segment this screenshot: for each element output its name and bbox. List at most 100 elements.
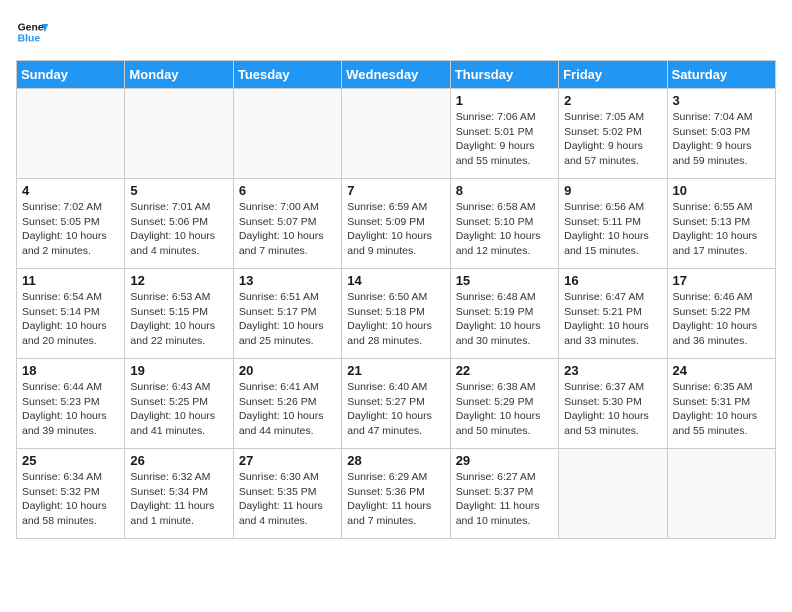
header-cell-friday: Friday xyxy=(559,61,667,89)
calendar-cell: 13 Sunrise: 6:51 AM Sunset: 5:17 PM Dayli… xyxy=(233,269,341,359)
calendar-cell: 28 Sunrise: 6:29 AM Sunset: 5:36 PM Dayli… xyxy=(342,449,450,539)
calendar-cell: 15 Sunrise: 6:48 AM Sunset: 5:19 PM Dayli… xyxy=(450,269,558,359)
day-number: 4 xyxy=(22,183,119,198)
calendar-cell: 25 Sunrise: 6:34 AM Sunset: 5:32 PM Dayli… xyxy=(17,449,125,539)
day-info: Sunrise: 6:27 AM Sunset: 5:37 PM Dayligh… xyxy=(456,470,553,529)
day-info: Sunrise: 7:06 AM Sunset: 5:01 PM Dayligh… xyxy=(456,110,553,169)
calendar-cell: 19 Sunrise: 6:43 AM Sunset: 5:25 PM Dayli… xyxy=(125,359,233,449)
day-info: Sunrise: 6:38 AM Sunset: 5:29 PM Dayligh… xyxy=(456,380,553,439)
day-info: Sunrise: 6:46 AM Sunset: 5:22 PM Dayligh… xyxy=(673,290,770,349)
calendar-cell: 6 Sunrise: 7:00 AM Sunset: 5:07 PM Daylig… xyxy=(233,179,341,269)
week-row-2: 11 Sunrise: 6:54 AM Sunset: 5:14 PM Dayli… xyxy=(17,269,776,359)
calendar-body: 1Sunrise: 7:06 AM Sunset: 5:01 PM Daylig… xyxy=(17,89,776,539)
calendar-cell: 12 Sunrise: 6:53 AM Sunset: 5:15 PM Dayli… xyxy=(125,269,233,359)
calendar-cell xyxy=(233,89,341,179)
day-info: Sunrise: 6:43 AM Sunset: 5:25 PM Dayligh… xyxy=(130,380,227,439)
day-number: 6 xyxy=(239,183,336,198)
calendar-cell: 20Sunrise: 6:41 AM Sunset: 5:26 PM Dayli… xyxy=(233,359,341,449)
logo-icon: General Blue xyxy=(16,16,48,48)
calendar-cell: 16Sunrise: 6:47 AM Sunset: 5:21 PM Dayli… xyxy=(559,269,667,359)
logo: General Blue xyxy=(16,16,48,48)
calendar-header: SundayMondayTuesdayWednesdayThursdayFrid… xyxy=(17,61,776,89)
day-number: 15 xyxy=(456,273,553,288)
day-info: Sunrise: 6:34 AM Sunset: 5:32 PM Dayligh… xyxy=(22,470,119,529)
day-info: Sunrise: 6:47 AM Sunset: 5:21 PM Dayligh… xyxy=(564,290,661,349)
calendar-cell xyxy=(125,89,233,179)
day-number: 21 xyxy=(347,363,444,378)
day-info: Sunrise: 7:02 AM Sunset: 5:05 PM Dayligh… xyxy=(22,200,119,259)
week-row-1: 4 Sunrise: 7:02 AM Sunset: 5:05 PM Daylig… xyxy=(17,179,776,269)
calendar-cell: 10Sunrise: 6:55 AM Sunset: 5:13 PM Dayli… xyxy=(667,179,775,269)
calendar-cell: 2 Sunrise: 7:05 AM Sunset: 5:02 PM Daylig… xyxy=(559,89,667,179)
day-number: 12 xyxy=(130,273,227,288)
calendar-cell: 23 Sunrise: 6:37 AM Sunset: 5:30 PM Dayli… xyxy=(559,359,667,449)
day-info: Sunrise: 6:30 AM Sunset: 5:35 PM Dayligh… xyxy=(239,470,336,529)
calendar-cell: 5Sunrise: 7:01 AM Sunset: 5:06 PM Daylig… xyxy=(125,179,233,269)
calendar-cell: 9 Sunrise: 6:56 AM Sunset: 5:11 PM Daylig… xyxy=(559,179,667,269)
week-row-3: 18 Sunrise: 6:44 AM Sunset: 5:23 PM Dayli… xyxy=(17,359,776,449)
day-info: Sunrise: 7:05 AM Sunset: 5:02 PM Dayligh… xyxy=(564,110,661,169)
day-info: Sunrise: 6:56 AM Sunset: 5:11 PM Dayligh… xyxy=(564,200,661,259)
day-info: Sunrise: 6:48 AM Sunset: 5:19 PM Dayligh… xyxy=(456,290,553,349)
calendar-cell: 3Sunrise: 7:04 AM Sunset: 5:03 PM Daylig… xyxy=(667,89,775,179)
day-number: 18 xyxy=(22,363,119,378)
day-info: Sunrise: 6:53 AM Sunset: 5:15 PM Dayligh… xyxy=(130,290,227,349)
calendar-cell: 7Sunrise: 6:59 AM Sunset: 5:09 PM Daylig… xyxy=(342,179,450,269)
day-number: 29 xyxy=(456,453,553,468)
day-number: 11 xyxy=(22,273,119,288)
calendar-cell: 14Sunrise: 6:50 AM Sunset: 5:18 PM Dayli… xyxy=(342,269,450,359)
calendar-cell xyxy=(342,89,450,179)
day-info: Sunrise: 6:59 AM Sunset: 5:09 PM Dayligh… xyxy=(347,200,444,259)
day-info: Sunrise: 6:32 AM Sunset: 5:34 PM Dayligh… xyxy=(130,470,227,529)
day-info: Sunrise: 6:44 AM Sunset: 5:23 PM Dayligh… xyxy=(22,380,119,439)
calendar-cell: 8 Sunrise: 6:58 AM Sunset: 5:10 PM Daylig… xyxy=(450,179,558,269)
calendar-cell xyxy=(559,449,667,539)
day-info: Sunrise: 6:54 AM Sunset: 5:14 PM Dayligh… xyxy=(22,290,119,349)
day-number: 23 xyxy=(564,363,661,378)
page-header: General Blue xyxy=(16,16,776,48)
day-number: 24 xyxy=(673,363,770,378)
day-info: Sunrise: 7:01 AM Sunset: 5:06 PM Dayligh… xyxy=(130,200,227,259)
day-info: Sunrise: 6:40 AM Sunset: 5:27 PM Dayligh… xyxy=(347,380,444,439)
calendar-cell xyxy=(667,449,775,539)
day-info: Sunrise: 6:55 AM Sunset: 5:13 PM Dayligh… xyxy=(673,200,770,259)
day-number: 9 xyxy=(564,183,661,198)
calendar-cell: 1Sunrise: 7:06 AM Sunset: 5:01 PM Daylig… xyxy=(450,89,558,179)
day-info: Sunrise: 6:35 AM Sunset: 5:31 PM Dayligh… xyxy=(673,380,770,439)
day-info: Sunrise: 7:04 AM Sunset: 5:03 PM Dayligh… xyxy=(673,110,770,169)
day-number: 8 xyxy=(456,183,553,198)
day-info: Sunrise: 6:58 AM Sunset: 5:10 PM Dayligh… xyxy=(456,200,553,259)
week-row-0: 1Sunrise: 7:06 AM Sunset: 5:01 PM Daylig… xyxy=(17,89,776,179)
header-cell-wednesday: Wednesday xyxy=(342,61,450,89)
calendar-cell: 27 Sunrise: 6:30 AM Sunset: 5:35 PM Dayli… xyxy=(233,449,341,539)
header-cell-thursday: Thursday xyxy=(450,61,558,89)
day-number: 25 xyxy=(22,453,119,468)
day-info: Sunrise: 6:29 AM Sunset: 5:36 PM Dayligh… xyxy=(347,470,444,529)
day-number: 13 xyxy=(239,273,336,288)
calendar-cell: 11 Sunrise: 6:54 AM Sunset: 5:14 PM Dayli… xyxy=(17,269,125,359)
day-info: Sunrise: 6:51 AM Sunset: 5:17 PM Dayligh… xyxy=(239,290,336,349)
day-info: Sunrise: 7:00 AM Sunset: 5:07 PM Dayligh… xyxy=(239,200,336,259)
header-cell-saturday: Saturday xyxy=(667,61,775,89)
calendar-cell: 18 Sunrise: 6:44 AM Sunset: 5:23 PM Dayli… xyxy=(17,359,125,449)
day-number: 20 xyxy=(239,363,336,378)
day-number: 19 xyxy=(130,363,227,378)
week-row-4: 25 Sunrise: 6:34 AM Sunset: 5:32 PM Dayli… xyxy=(17,449,776,539)
calendar-cell: 22 Sunrise: 6:38 AM Sunset: 5:29 PM Dayli… xyxy=(450,359,558,449)
calendar-cell: 21 Sunrise: 6:40 AM Sunset: 5:27 PM Dayli… xyxy=(342,359,450,449)
calendar-cell: 24 Sunrise: 6:35 AM Sunset: 5:31 PM Dayli… xyxy=(667,359,775,449)
day-number: 17 xyxy=(673,273,770,288)
day-number: 26 xyxy=(130,453,227,468)
day-number: 2 xyxy=(564,93,661,108)
header-cell-sunday: Sunday xyxy=(17,61,125,89)
svg-text:Blue: Blue xyxy=(18,34,41,45)
day-number: 28 xyxy=(347,453,444,468)
day-number: 27 xyxy=(239,453,336,468)
day-number: 14 xyxy=(347,273,444,288)
calendar-cell: 4 Sunrise: 7:02 AM Sunset: 5:05 PM Daylig… xyxy=(17,179,125,269)
header-row: SundayMondayTuesdayWednesdayThursdayFrid… xyxy=(17,61,776,89)
calendar-cell: 26 Sunrise: 6:32 AM Sunset: 5:34 PM Dayli… xyxy=(125,449,233,539)
day-info: Sunrise: 6:37 AM Sunset: 5:30 PM Dayligh… xyxy=(564,380,661,439)
day-number: 22 xyxy=(456,363,553,378)
calendar-cell: 29 Sunrise: 6:27 AM Sunset: 5:37 PM Dayli… xyxy=(450,449,558,539)
